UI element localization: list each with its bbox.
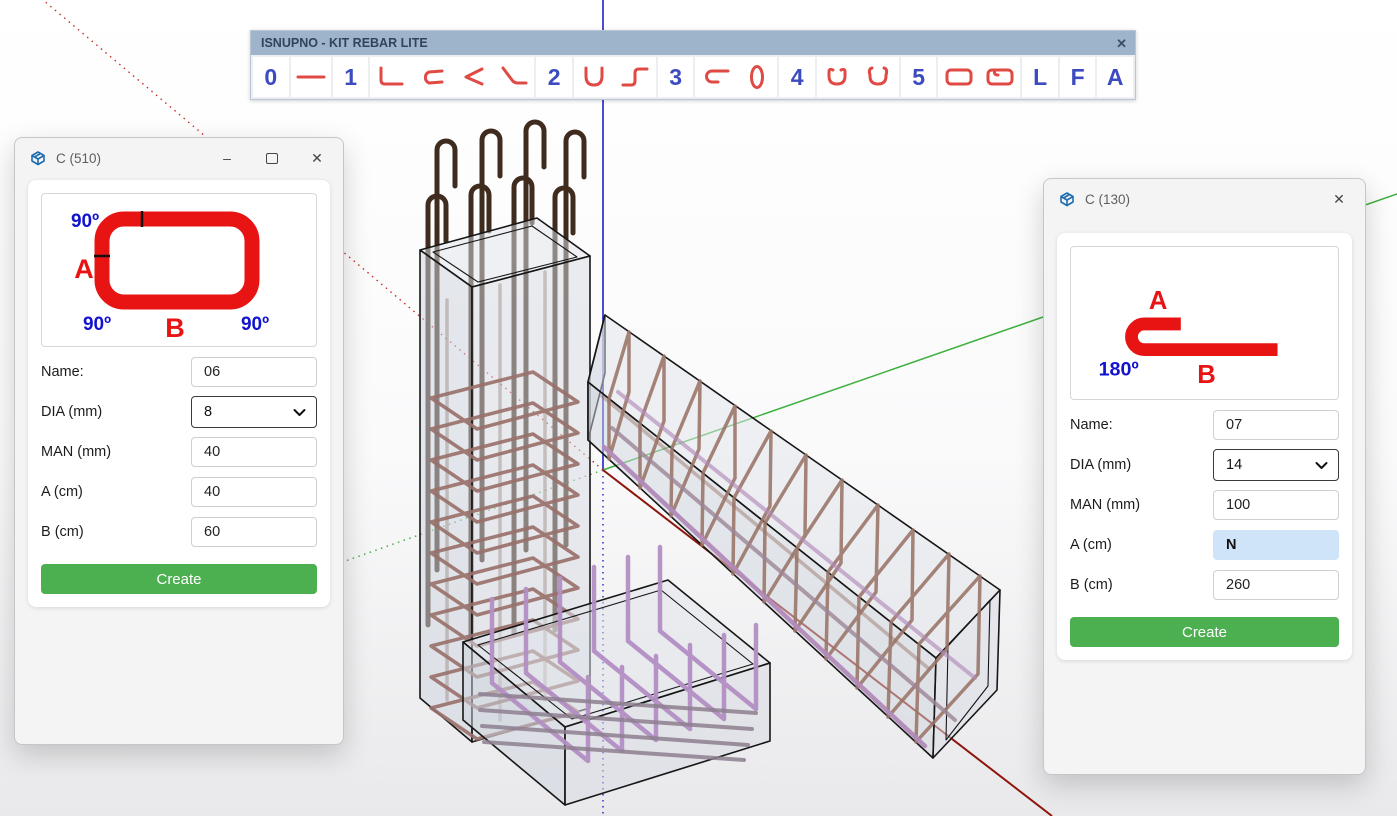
toolbar-button-u-stirrup-hooked[interactable] xyxy=(817,63,858,91)
rebar-toolbar: ISNUPNO - KIT REBAR LITE ✕ 0 1 2 xyxy=(250,30,1136,100)
man-input[interactable] xyxy=(1213,490,1339,520)
maximize-icon xyxy=(266,153,278,164)
close-button[interactable]: ✕ xyxy=(1321,185,1357,213)
toolbar-button-hook-180[interactable] xyxy=(695,63,736,91)
dia-select[interactable]: 8 xyxy=(191,396,317,428)
side-a-label: A xyxy=(74,254,94,284)
dia-select-value: 14 xyxy=(1226,457,1242,473)
b-label: B (cm) xyxy=(41,524,191,540)
chevron-down-icon xyxy=(1315,461,1328,470)
b-input[interactable] xyxy=(191,517,317,547)
b-label: B (cm) xyxy=(1070,577,1213,593)
dialog-c510-title: C (510) xyxy=(56,151,101,166)
closed-stirrup-icon xyxy=(942,63,976,91)
toolbar-button-closed-stirrup[interactable] xyxy=(938,63,979,91)
man-label: MAN (mm) xyxy=(1070,497,1213,513)
name-label: Name: xyxy=(41,364,191,380)
z-bend-icon xyxy=(618,63,652,91)
minimize-button[interactable]: – xyxy=(209,144,245,172)
dialog-c130: C (130) ✕ A 180º B Name: DIA (mm) 14 MAN… xyxy=(1043,178,1366,775)
dia-select-value: 8 xyxy=(204,404,212,420)
dialog-c510: C (510) – ✕ 90º A 90º B 90º Name: DIA (m… xyxy=(14,137,344,745)
a-input-selected[interactable] xyxy=(1213,530,1339,560)
hairpin-icon xyxy=(415,63,449,91)
name-input[interactable] xyxy=(191,357,317,387)
toolbar-button-u-stirrup-hooked-open[interactable] xyxy=(858,63,899,91)
chevron-down-icon xyxy=(293,408,306,417)
dialog-c130-title: C (130) xyxy=(1085,192,1130,207)
dia-label: DIA (mm) xyxy=(41,404,191,420)
u-stirrup-hooked-open-icon xyxy=(861,63,895,91)
toolbar-title: ISNUPNO - KIT REBAR LITE xyxy=(261,36,428,50)
toolbar-button-closed-loop[interactable] xyxy=(736,63,777,91)
dia-select[interactable]: 14 xyxy=(1213,449,1339,481)
toolbar-group-4-shapes xyxy=(817,57,899,97)
toolbar-button-1[interactable]: 1 xyxy=(333,57,369,97)
toolbar-close-icon[interactable]: ✕ xyxy=(1116,37,1127,50)
dialog-c510-card: 90º A 90º B 90º Name: DIA (mm) 8 MAN (mm… xyxy=(28,180,330,607)
toolbar-button-u-stirrup[interactable] xyxy=(574,63,615,91)
a-label: A (cm) xyxy=(41,484,191,500)
toolbar-button-l-bend[interactable] xyxy=(370,63,411,91)
stirrup-shape-outline xyxy=(102,219,252,302)
u-stirrup-icon xyxy=(577,63,611,91)
man-input[interactable] xyxy=(191,437,317,467)
toolbar-button-2[interactable]: 2 xyxy=(536,57,572,97)
toolbar-button-F[interactable]: F xyxy=(1060,57,1096,97)
sketchup-logo-icon xyxy=(29,149,47,167)
closed-stirrup-hook-icon xyxy=(983,63,1017,91)
toolbar-titlebar[interactable]: ISNUPNO - KIT REBAR LITE ✕ xyxy=(251,31,1135,55)
name-label: Name: xyxy=(1070,417,1213,433)
close-button[interactable]: ✕ xyxy=(299,144,335,172)
dialog-c510-titlebar[interactable]: C (510) – ✕ xyxy=(15,138,343,178)
toolbar-button-A[interactable]: A xyxy=(1097,57,1133,97)
name-input[interactable] xyxy=(1213,410,1339,440)
create-button[interactable]: Create xyxy=(41,564,317,594)
toolbar-button-L[interactable]: L xyxy=(1022,57,1058,97)
acute-bend-icon xyxy=(456,63,490,91)
toolbar-button-acute-bend[interactable] xyxy=(452,63,493,91)
side-a-label: A xyxy=(1149,287,1168,315)
obtuse-bend-icon xyxy=(497,63,531,91)
toolbar-group-2-shapes xyxy=(574,57,656,97)
man-label: MAN (mm) xyxy=(41,444,191,460)
closed-loop-icon xyxy=(740,63,774,91)
toolbar-button-0[interactable]: 0 xyxy=(253,57,289,97)
side-b-label: B xyxy=(1197,361,1216,389)
toolbar-buttons: 0 1 2 3 xyxy=(251,55,1135,99)
dia-label: DIA (mm) xyxy=(1070,457,1213,473)
toolbar-button-3[interactable]: 3 xyxy=(658,57,694,97)
straight-bar-icon xyxy=(294,63,328,91)
toolbar-button-obtuse-bend[interactable] xyxy=(493,63,534,91)
toolbar-group-1-shapes xyxy=(370,57,534,97)
toolbar-button-z-bend[interactable] xyxy=(615,63,656,91)
toolbar-button-4[interactable]: 4 xyxy=(779,57,815,97)
angle-top-left-label: 90º xyxy=(71,211,99,232)
angle-bottom-right-label: 90º xyxy=(241,314,269,335)
create-button[interactable]: Create xyxy=(1070,617,1339,647)
stirrup-shape-diagram: 90º A 90º B 90º xyxy=(41,193,317,347)
u-stirrup-hooked-icon xyxy=(820,63,854,91)
angle-bottom-left-label: 90º xyxy=(83,314,111,335)
maximize-button[interactable] xyxy=(254,144,290,172)
dialog-c130-titlebar[interactable]: C (130) ✕ xyxy=(1044,179,1365,219)
toolbar-group-3-shapes xyxy=(695,57,777,97)
dialog-c130-card: A 180º B Name: DIA (mm) 14 MAN (mm) A (c… xyxy=(1057,233,1352,660)
toolbar-button-hairpin[interactable] xyxy=(411,63,452,91)
a-input[interactable] xyxy=(191,477,317,507)
hook-shape-diagram: A 180º B xyxy=(1070,246,1339,400)
b-input[interactable] xyxy=(1213,570,1339,600)
toolbar-button-5[interactable]: 5 xyxy=(901,57,937,97)
toolbar-group-5-shapes xyxy=(938,57,1020,97)
hook-180-icon xyxy=(699,63,733,91)
side-b-label: B xyxy=(165,313,185,343)
toolbar-button-straight-bar[interactable] xyxy=(291,57,331,97)
l-bend-icon xyxy=(374,63,408,91)
hook-shape-outline xyxy=(1131,324,1277,350)
toolbar-button-closed-stirrup-hook[interactable] xyxy=(979,63,1020,91)
angle-180-label: 180º xyxy=(1099,358,1139,380)
a-label: A (cm) xyxy=(1070,537,1213,553)
sketchup-logo-icon xyxy=(1058,190,1076,208)
